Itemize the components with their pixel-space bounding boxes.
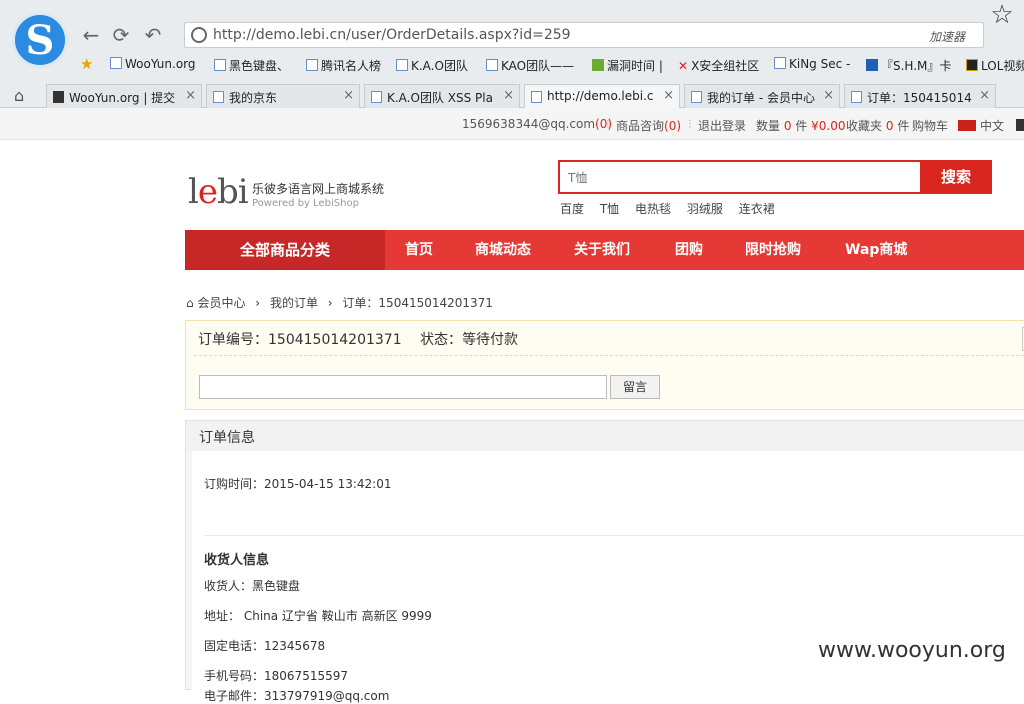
- bookmark-item[interactable]: 『S.H.M』卡: [866, 57, 951, 74]
- watermark: www.wooyun.org: [818, 638, 1006, 663]
- browser-tab[interactable]: 我的京东 ×: [206, 84, 360, 108]
- divider: [194, 355, 1024, 356]
- close-icon[interactable]: ×: [185, 88, 196, 103]
- divider: ⁝: [606, 117, 610, 131]
- consult-link[interactable]: 商品咨询(0): [616, 117, 681, 134]
- close-icon[interactable]: ×: [663, 88, 674, 103]
- menu-item-wap[interactable]: Wap商城: [845, 230, 907, 270]
- email-row: 电子邮件：313797919@qq.com: [204, 689, 390, 703]
- search-button[interactable]: 搜索: [920, 160, 992, 194]
- bookmark-item[interactable]: KAO团队——: [486, 57, 574, 74]
- bookmark-item[interactable]: WooYun.org: [110, 57, 196, 71]
- receiver-section-title: 收货人信息: [204, 553, 270, 568]
- logout-link[interactable]: 退出登录: [698, 117, 746, 134]
- bookmarks-bar: ★ WooYun.org 黑色键盘、 腾讯名人榜 K.A.O团队 KAO团队——…: [0, 54, 1024, 78]
- menu-item-groupbuy[interactable]: 团购: [675, 230, 703, 270]
- refresh-icon[interactable]: ⟳: [110, 24, 132, 46]
- all-categories-button[interactable]: 全部商品分类: [185, 230, 385, 270]
- hot-keyword[interactable]: 百度: [560, 202, 584, 216]
- undo-icon[interactable]: ↶: [142, 24, 164, 46]
- breadcrumb-item[interactable]: 我的订单: [270, 296, 318, 310]
- browser-tab[interactable]: WooYun.org | 提交 ×: [46, 84, 202, 108]
- menu-item-news[interactable]: 商城动态: [475, 230, 531, 270]
- favorites-link[interactable]: 收藏夹 0 件: [846, 117, 909, 134]
- browser-tab-active[interactable]: http://demo.lebi.c ×: [524, 84, 680, 108]
- user-email-link[interactable]: 1569638344@qq.com(0): [462, 117, 612, 131]
- divider: ⁝: [688, 117, 692, 131]
- mobile-row: 手机号码：18067515597: [204, 669, 348, 683]
- message-button[interactable]: 留言: [610, 375, 660, 399]
- menu-item-flashsale[interactable]: 限时抢购: [745, 230, 801, 270]
- close-icon[interactable]: ×: [343, 88, 354, 103]
- divider: [204, 535, 1024, 536]
- bookmark-item[interactable]: 腾讯名人榜: [306, 57, 381, 74]
- order-number: 150415014201371: [268, 332, 402, 348]
- receiver-row: 收货人：黑色键盘: [204, 579, 301, 593]
- hot-keywords: 百度 T恤 电热毯 羽绒服 连衣裙: [560, 200, 787, 217]
- site-powered: Powered by LebiShop: [252, 198, 359, 209]
- chevron-right-icon: ›: [255, 296, 261, 310]
- logo-mark: lebi: [188, 172, 249, 212]
- order-summary-box: 订单编号：150415014201371 状态：等待付款 留言: [185, 320, 1024, 410]
- close-icon[interactable]: ×: [979, 88, 990, 103]
- phone-row: 固定电话：12345678: [204, 639, 326, 653]
- language-switch[interactable]: 中文: [958, 117, 1004, 134]
- favorites-star-icon[interactable]: ★: [80, 55, 93, 73]
- bookmark-item[interactable]: 黑色键盘、: [214, 57, 289, 74]
- order-time-row: 订购时间：2015-04-15 13:42:01: [204, 477, 392, 491]
- bookmark-item[interactable]: ✕ X安全组社区: [678, 57, 759, 74]
- star-icon[interactable]: ☆: [980, 0, 1024, 50]
- main-menu: 全部商品分类 首页 商城动态 关于我们 团购 限时抢购 Wap商城: [185, 230, 1024, 270]
- search-input[interactable]: [568, 168, 908, 188]
- chevron-right-icon: ›: [327, 296, 333, 310]
- order-status: 等待付款: [462, 332, 519, 348]
- close-icon[interactable]: ×: [503, 88, 514, 103]
- browser-tab[interactable]: 订单：150415014 ×: [844, 84, 996, 108]
- accelerator-label[interactable]: 加速器: [929, 28, 965, 45]
- bookmark-item[interactable]: K.A.O团队: [396, 57, 468, 74]
- flag-icon[interactable]: [1016, 119, 1024, 131]
- tab-bar: ⌂ WooYun.org | 提交 × 我的京东 × K.A.O团队 XSS Pla…: [0, 82, 1024, 108]
- cart-summary[interactable]: 数量 0 件 ¥0.00: [756, 117, 846, 134]
- hot-keyword[interactable]: 电热毯: [635, 202, 671, 216]
- breadcrumb-item[interactable]: 会员中心: [197, 296, 245, 310]
- address-url[interactable]: http://demo.lebi.cn/user/OrderDetails.as…: [213, 27, 571, 43]
- site-topbar: 1569638344@qq.com(0) ⁝ 商品咨询(0) ⁝ 退出登录 数量…: [0, 108, 1024, 140]
- browser-tab[interactable]: K.A.O团队 XSS Pla ×: [364, 84, 520, 108]
- message-input[interactable]: [199, 375, 607, 399]
- hot-keyword[interactable]: 羽绒服: [687, 202, 723, 216]
- menu-item-about[interactable]: 关于我们: [574, 230, 630, 270]
- site-logo[interactable]: lebi 乐彼多语言网上商城系统 Powered by LebiShop: [188, 172, 384, 212]
- bookmark-item[interactable]: 漏洞时间 |: [592, 57, 663, 74]
- search-box: 搜索: [558, 160, 992, 194]
- back-icon[interactable]: ←: [80, 24, 102, 46]
- breadcrumb: ⌂ 会员中心 › 我的订单 › 订单：150415014201371: [186, 294, 493, 311]
- home-icon[interactable]: ⌂: [186, 296, 194, 310]
- cart-link[interactable]: 购物车: [912, 117, 948, 134]
- home-icon[interactable]: ⌂: [14, 86, 24, 105]
- shield-icon: [191, 27, 207, 43]
- bookmark-item[interactable]: LOL视频: [966, 57, 1024, 74]
- hot-keyword[interactable]: 连衣裙: [739, 202, 775, 216]
- menu-item-home[interactable]: 首页: [405, 230, 433, 270]
- panel-title: 订单信息: [186, 421, 1024, 451]
- browser-tab[interactable]: 我的订单 - 会员中心 ×: [684, 84, 840, 108]
- hot-keyword[interactable]: T恤: [600, 202, 619, 216]
- site-name: 乐彼多语言网上商城系统: [252, 182, 385, 196]
- breadcrumb-current: 订单：150415014201371: [342, 296, 493, 310]
- order-status-line: 订单编号：150415014201371 状态：等待付款: [198, 332, 519, 348]
- browser-chrome: S ← ⟳ ↶ http://demo.lebi.cn/user/OrderDe…: [0, 0, 1024, 108]
- address-bar[interactable]: http://demo.lebi.cn/user/OrderDetails.as…: [184, 22, 984, 48]
- bookmark-item[interactable]: KiNg Sec -: [774, 57, 850, 71]
- close-icon[interactable]: ×: [823, 88, 834, 103]
- flag-icon: [958, 120, 976, 131]
- address-row: 地址： China 辽宁省 鞍山市 高新区 9999: [204, 609, 432, 623]
